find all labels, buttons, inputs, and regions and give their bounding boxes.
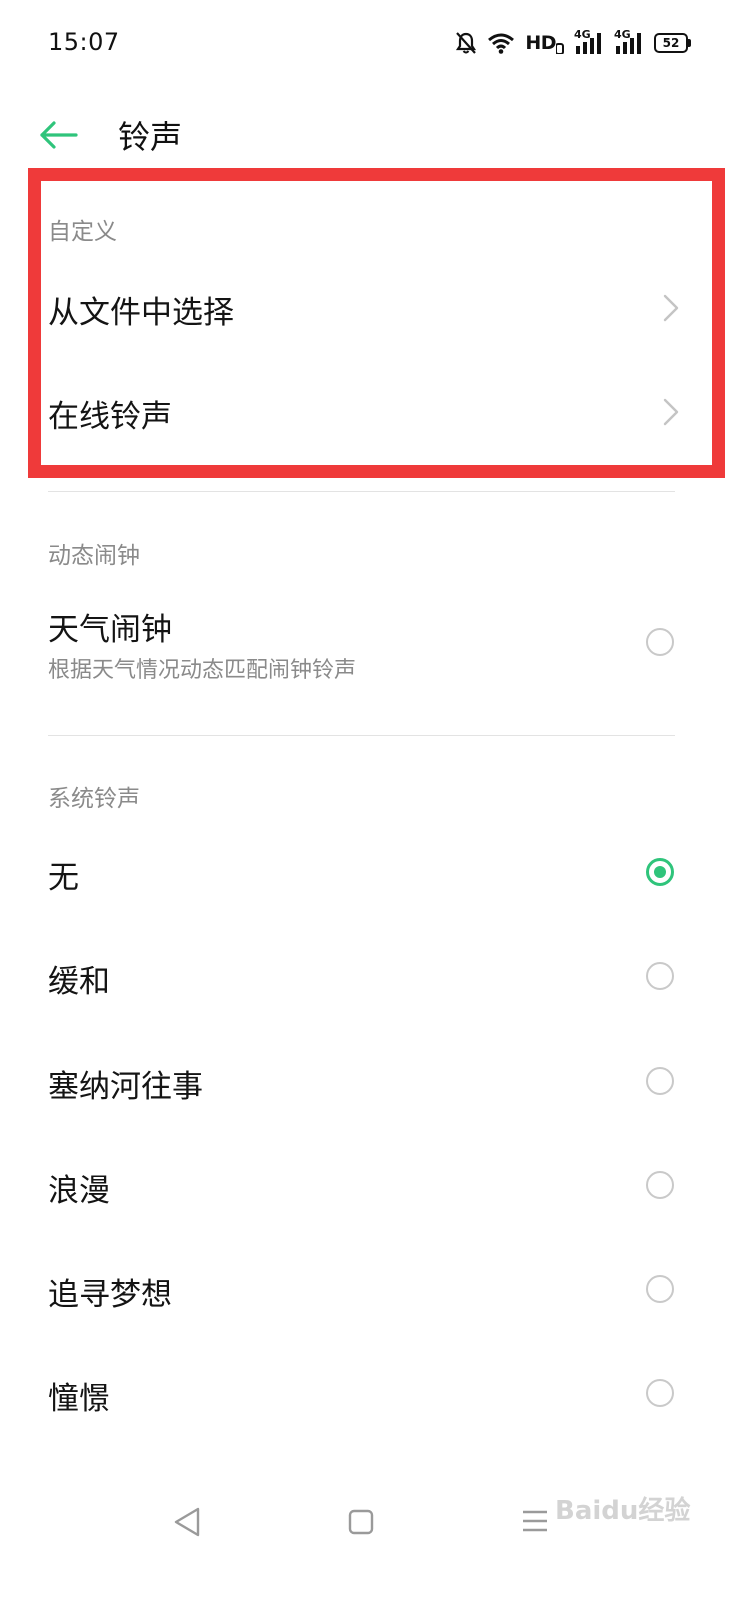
highlight-box: [28, 168, 725, 478]
hd-label: HD: [525, 32, 556, 54]
bell-muted-icon: [456, 32, 477, 54]
back-button[interactable]: [38, 114, 86, 158]
weather-alarm-item[interactable]: 天气闹钟 根据天气情况动态匹配闹钟铃声: [0, 590, 738, 694]
nav-back-icon[interactable]: [172, 1506, 202, 1538]
ringtone-item[interactable]: 无: [0, 822, 738, 922]
ringtone-label: 追寻梦想: [48, 1277, 172, 1313]
radio-button[interactable]: [646, 1171, 674, 1199]
ringtone-label: 憧憬: [48, 1381, 110, 1417]
ringtone-item[interactable]: 憧憬: [0, 1343, 738, 1443]
radio-button-selected[interactable]: [646, 858, 674, 886]
signal-2: 4G: [614, 28, 644, 56]
wifi-icon: [488, 33, 515, 54]
radio-button[interactable]: [646, 1379, 674, 1407]
weather-alarm-subtitle: 根据天气情况动态匹配闹钟铃声: [48, 658, 357, 683]
hd-dot-icon: [556, 43, 564, 54]
signal-bars-icon: [576, 33, 601, 54]
ringtone-item[interactable]: 塞纳河往事: [0, 1031, 738, 1131]
divider: [48, 491, 675, 492]
radio-button[interactable]: [646, 1067, 674, 1095]
ringtone-label: 浪漫: [48, 1173, 110, 1209]
status-time: 15:07: [48, 28, 120, 56]
status-icons: HD 4G 4G 52: [455, 26, 691, 60]
hd-indicator: HD: [525, 32, 564, 54]
arrow-left-icon: [40, 121, 78, 149]
section-label-system: 系统铃声: [48, 786, 140, 812]
ringtone-label: 塞纳河往事: [48, 1069, 203, 1105]
nav-home-icon[interactable]: [347, 1508, 375, 1536]
signal-1: 4G: [574, 28, 604, 56]
section-label-dynamic: 动态闹钟: [48, 543, 140, 569]
radio-button[interactable]: [646, 962, 674, 990]
radio-button[interactable]: [646, 628, 674, 656]
signal-bars-icon: [616, 33, 641, 54]
nav-recents-icon[interactable]: [520, 1506, 550, 1536]
ringtone-label: 无: [48, 860, 79, 896]
weather-alarm-label: 天气闹钟: [48, 612, 172, 648]
ringtone-item[interactable]: 追寻梦想: [0, 1239, 738, 1339]
ringtone-item[interactable]: 缓和: [0, 926, 738, 1026]
divider: [48, 735, 675, 736]
ringtone-item[interactable]: 浪漫: [0, 1135, 738, 1235]
page-title: 铃声: [118, 118, 183, 156]
watermark: Baidu经验: [555, 1496, 691, 1526]
ringtone-label: 缓和: [48, 964, 110, 1000]
battery-indicator: 52: [654, 33, 691, 53]
radio-button[interactable]: [646, 1275, 674, 1303]
